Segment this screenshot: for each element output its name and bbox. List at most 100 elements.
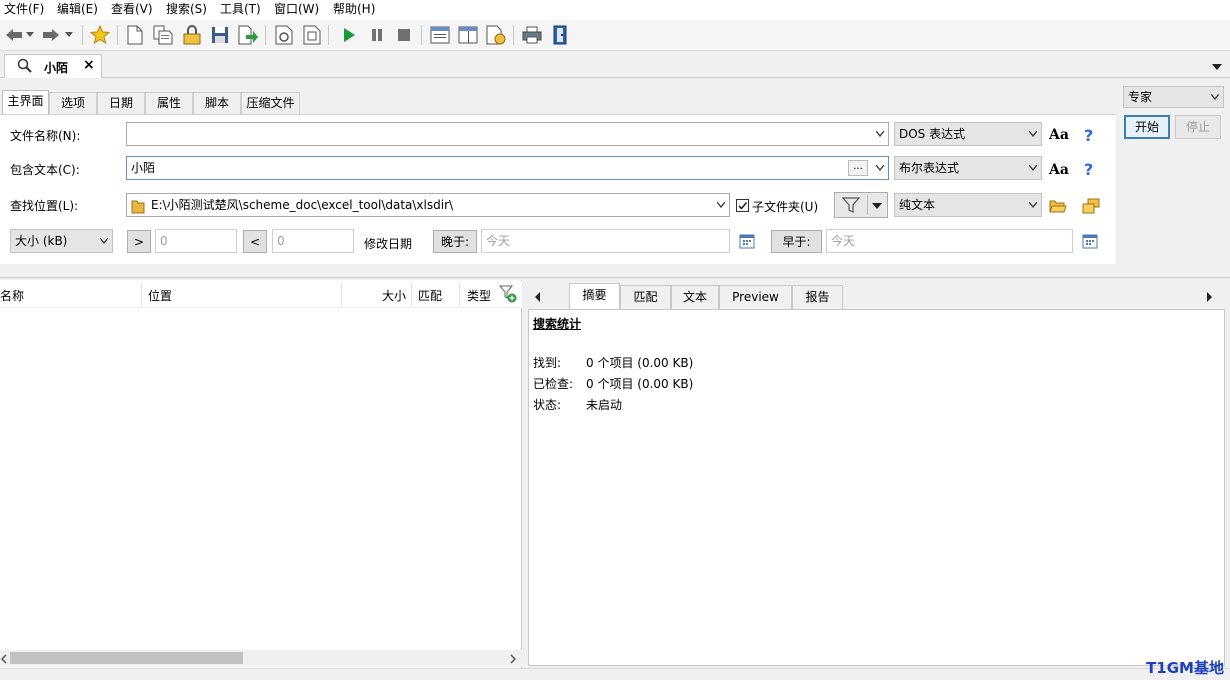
ellipsis-button[interactable]: ...: [848, 160, 868, 176]
copy-documents-icon[interactable]: [152, 24, 174, 46]
chevron-down-icon: [872, 203, 882, 209]
filename-label: 文件名称(N):: [10, 129, 81, 143]
less-than-button[interactable]: <: [243, 230, 267, 253]
tab-archive[interactable]: 压缩文件: [241, 92, 300, 114]
scrollbar-thumb[interactable]: [10, 652, 243, 664]
content-input[interactable]: 小陌 ...: [126, 156, 889, 180]
export-icon[interactable]: [237, 24, 259, 46]
forward-dropdown-icon[interactable]: [63, 24, 75, 46]
toolbar: [0, 20, 1230, 51]
tab-report[interactable]: 报告: [792, 285, 843, 309]
close-icon[interactable]: ×: [83, 57, 95, 73]
column-separator[interactable]: [141, 282, 142, 306]
before-button[interactable]: 早于:: [771, 230, 822, 253]
calendar-icon[interactable]: [739, 233, 755, 252]
content-mode-select[interactable]: 布尔表达式: [894, 156, 1042, 180]
menu-help[interactable]: 帮助(H): [333, 2, 375, 16]
watermark-logo: T1GM基地: [1146, 659, 1224, 677]
chevron-down-icon[interactable]: [876, 131, 884, 137]
pause-icon[interactable]: [366, 24, 388, 46]
start-button[interactable]: 开始: [1124, 115, 1170, 139]
help-icon[interactable]: ?: [1084, 160, 1093, 179]
scroll-right-icon[interactable]: [510, 653, 517, 667]
tab-options[interactable]: 选项: [49, 92, 97, 114]
multi-folder-icon[interactable]: [1082, 198, 1100, 217]
column-separator[interactable]: [459, 282, 460, 306]
column-matches[interactable]: 匹配: [418, 287, 442, 304]
tab-attributes[interactable]: 属性: [145, 92, 193, 114]
tab-list-dropdown-icon[interactable]: [1212, 60, 1222, 74]
tab-script[interactable]: 脚本: [193, 92, 241, 114]
settings-document-icon[interactable]: [485, 24, 507, 46]
menu-tools[interactable]: 工具(T): [220, 2, 261, 16]
new-document-icon[interactable]: [124, 24, 146, 46]
filename-input[interactable]: [126, 122, 889, 146]
menu-edit[interactable]: 编辑(E): [57, 2, 98, 16]
favorite-star-icon[interactable]: [89, 24, 111, 46]
size-max-input[interactable]: 0: [272, 229, 354, 253]
size-unit-select[interactable]: 大小 (kB): [10, 229, 113, 253]
scroll-left-icon[interactable]: [0, 653, 7, 667]
greater-than-button[interactable]: >: [127, 230, 151, 253]
chevron-down-icon[interactable]: [876, 165, 884, 171]
chevron-down-icon[interactable]: [717, 202, 725, 208]
tabs-scroll-right-icon[interactable]: [1207, 291, 1213, 305]
tab-date[interactable]: 日期: [97, 92, 145, 114]
subfolder-label[interactable]: 子文件夹(U): [752, 198, 818, 215]
tab-main[interactable]: 主界面: [2, 90, 49, 114]
column-location[interactable]: 位置: [148, 287, 172, 304]
menu-file[interactable]: 文件(F): [4, 2, 44, 16]
after-button[interactable]: 晚于:: [433, 230, 477, 253]
text-mode-select[interactable]: 纯文本: [894, 193, 1042, 217]
stop-icon[interactable]: [393, 24, 415, 46]
size-min-input[interactable]: 0: [155, 229, 237, 253]
toolbar-separator: [82, 25, 83, 45]
tab-search-xiaomo[interactable]: 小陌 ×: [4, 54, 102, 78]
forward-icon[interactable]: [40, 24, 62, 46]
column-separator[interactable]: [341, 282, 342, 306]
stop-button[interactable]: 停止: [1175, 115, 1221, 139]
calendar-icon[interactable]: [1082, 233, 1098, 252]
back-dropdown-icon[interactable]: [24, 24, 36, 46]
column-separator[interactable]: [411, 282, 412, 306]
case-sensitive-icon[interactable]: Aa: [1049, 162, 1069, 178]
back-icon[interactable]: [3, 24, 25, 46]
tab-preview[interactable]: Preview: [719, 285, 792, 309]
add-filter-icon[interactable]: [498, 285, 517, 306]
save-icon[interactable]: [209, 24, 231, 46]
filter-button[interactable]: [834, 192, 888, 218]
play-icon[interactable]: [338, 24, 360, 46]
results-column-header: [0, 281, 522, 308]
exit-door-icon[interactable]: [549, 24, 571, 46]
case-sensitive-icon[interactable]: Aa: [1049, 127, 1069, 143]
filename-mode-value: DOS 表达式: [899, 127, 966, 141]
location-input[interactable]: E:\小陌测试楚风\scheme_doc\excel_tool\data\xls…: [126, 193, 730, 217]
window-split-icon[interactable]: [457, 24, 479, 46]
chevron-down-icon: [1029, 202, 1037, 208]
tab-matches[interactable]: 匹配: [620, 285, 671, 309]
after-date-input[interactable]: 今天: [481, 229, 730, 253]
menu-window[interactable]: 窗口(W): [274, 2, 319, 16]
open-lock-icon[interactable]: [181, 24, 203, 46]
column-name[interactable]: 名称: [0, 287, 24, 304]
filename-mode-select[interactable]: DOS 表达式: [894, 122, 1042, 146]
mode-select[interactable]: 专家: [1123, 86, 1224, 108]
document-refresh-icon[interactable]: [273, 24, 295, 46]
results-list[interactable]: [0, 280, 522, 668]
before-date-input[interactable]: 今天: [826, 229, 1073, 253]
tab-text[interactable]: 文本: [671, 285, 719, 309]
toolbar-separator: [421, 25, 422, 45]
column-size[interactable]: 大小: [382, 287, 406, 304]
document-list-icon[interactable]: [301, 24, 323, 46]
menu-view[interactable]: 查看(V): [111, 2, 153, 16]
open-folder-icon[interactable]: [1049, 198, 1067, 217]
print-icon[interactable]: [521, 24, 543, 46]
tab-summary[interactable]: 摘要: [569, 283, 620, 310]
window-layout-icon[interactable]: [429, 24, 451, 46]
help-icon[interactable]: ?: [1084, 126, 1093, 145]
filter-icon: [842, 197, 860, 213]
column-type[interactable]: 类型: [467, 287, 491, 304]
menu-search[interactable]: 搜索(S): [166, 2, 207, 16]
subfolder-checkbox[interactable]: [736, 199, 749, 212]
tabs-scroll-left-icon[interactable]: [535, 291, 541, 305]
